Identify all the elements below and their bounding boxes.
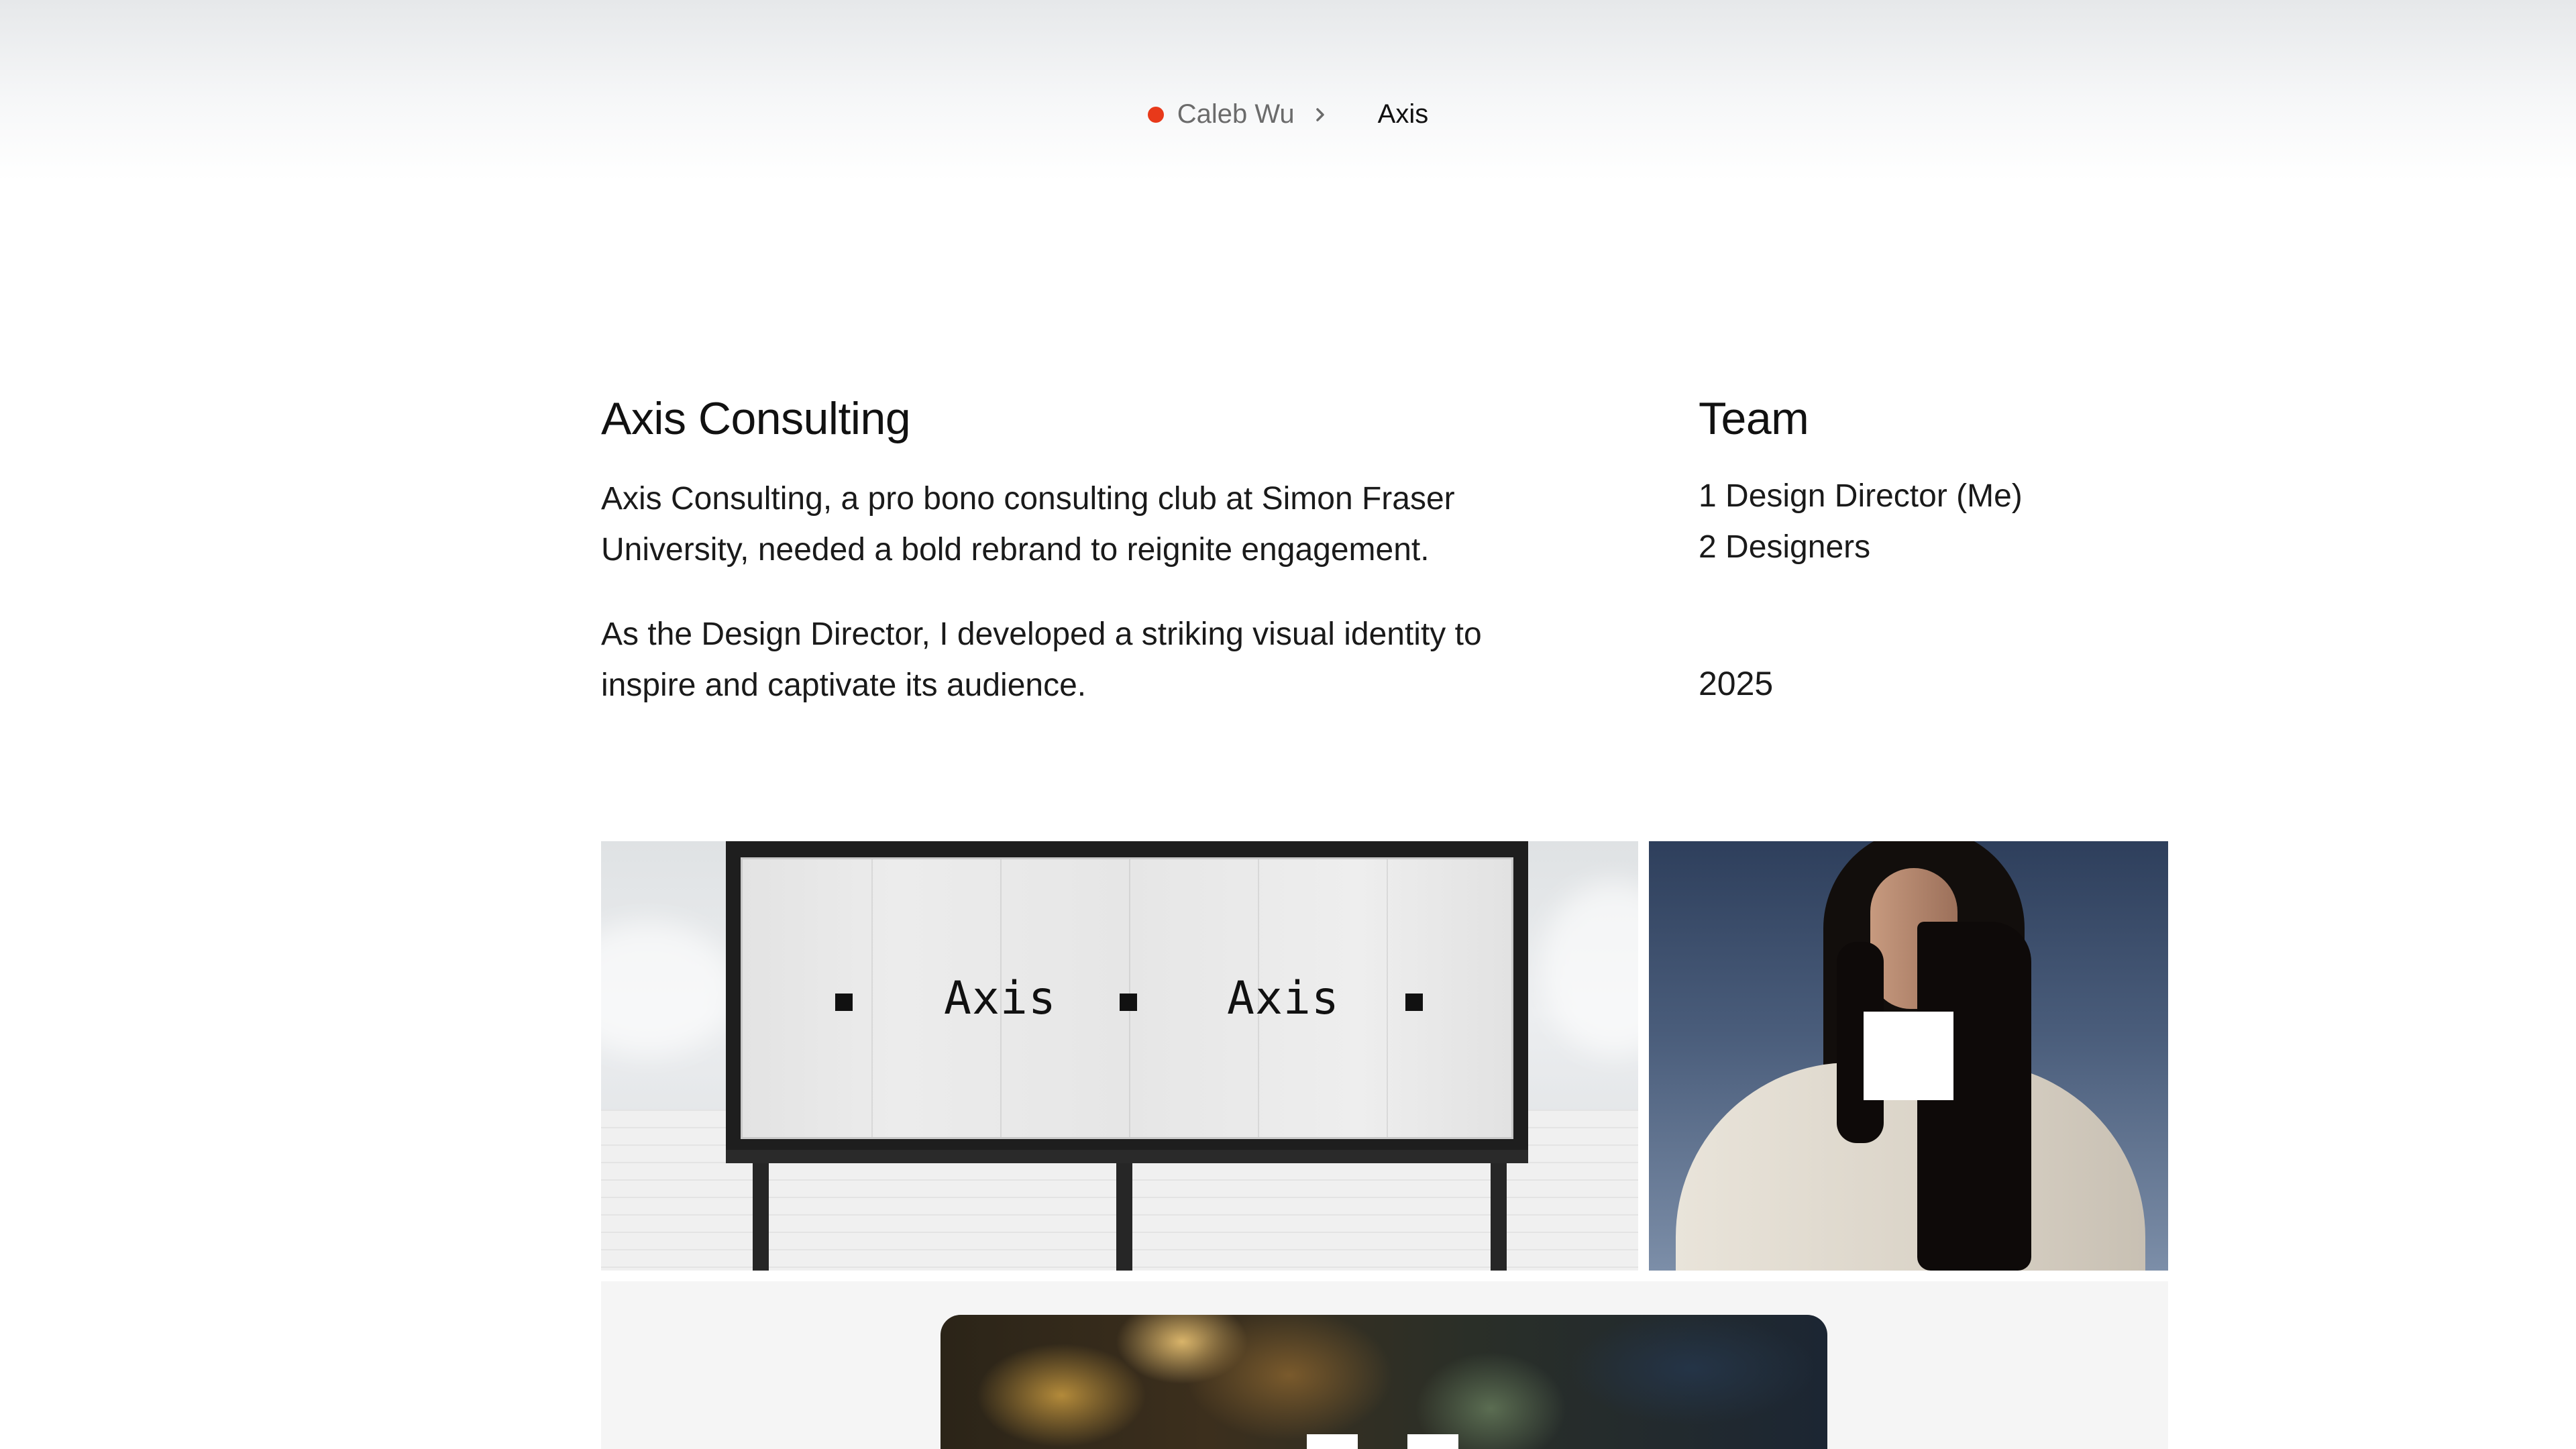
team-list: 1 Design Director (Me) 2 Designers [1699, 471, 2168, 573]
breadcrumb: Caleb Wu Axis [0, 99, 2576, 129]
square-mark-icon [1120, 994, 1137, 1011]
breadcrumb-current: Axis [1377, 99, 1429, 129]
project-description: Axis Consulting Axis Consulting, a pro b… [601, 389, 1540, 711]
project-paragraph-2: As the Design Director, I developed a st… [601, 616, 1482, 703]
team-member: 2 Designers [1699, 529, 1871, 565]
project-gallery: Axis Axis [601, 841, 2168, 1449]
billboard-word: Axis [1227, 972, 1340, 1025]
portrait-image [1649, 841, 2168, 1271]
marble-showcase [601, 1281, 2168, 1449]
white-square-mark [1307, 1434, 1358, 1449]
project-title: Axis Consulting [601, 393, 911, 444]
page: Caleb Wu Axis Axis Consulting Axis Consu… [0, 0, 2576, 1449]
breadcrumb-home-link[interactable]: Caleb Wu [1177, 99, 1295, 129]
marble-texture-image [941, 1315, 1827, 1449]
billboard-frame: Axis Axis [726, 841, 1528, 1158]
project-paragraph-1: Axis Consulting, a pro bono consulting c… [601, 481, 1455, 568]
team-info: Team 1 Design Director (Me) 2 Designers … [1699, 389, 2168, 702]
brand-dot-icon [1147, 106, 1164, 123]
square-mark-icon [1405, 994, 1423, 1011]
top-bar: Caleb Wu Axis [0, 0, 2576, 181]
white-square-mark [1407, 1434, 1458, 1449]
project-year: 2025 [1699, 665, 1774, 702]
team-member: 1 Design Director (Me) [1699, 478, 2023, 514]
team-title: Team [1699, 393, 1809, 444]
project-intro: Axis Consulting Axis Consulting, a pro b… [601, 389, 2168, 738]
square-mark-icon [835, 994, 853, 1011]
billboard-panel: Axis Axis [741, 857, 1513, 1139]
billboard-image: Axis Axis [601, 841, 1638, 1271]
billboard-word: Axis [944, 972, 1057, 1025]
white-square-mark [1864, 1012, 1953, 1100]
chevron-right-icon [1312, 101, 1330, 128]
